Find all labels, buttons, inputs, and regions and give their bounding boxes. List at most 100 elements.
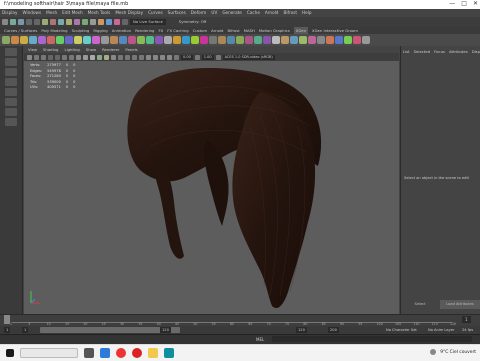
xgen-editor-icon[interactable] xyxy=(2,36,10,44)
menu-windows[interactable]: Windows xyxy=(22,9,41,17)
noise-icon[interactable] xyxy=(83,36,91,44)
maya-icon[interactable] xyxy=(164,348,174,358)
color-management-icon[interactable] xyxy=(215,54,221,60)
menu-bifrost[interactable]: Bifrost xyxy=(283,9,297,17)
menu-mesh-display[interactable]: Mesh Display xyxy=(115,9,143,17)
xray-icon[interactable] xyxy=(153,54,158,60)
film-gate-icon[interactable] xyxy=(62,54,67,60)
viewport-menu-panels[interactable]: Panels xyxy=(125,46,137,53)
rotate-tool-icon[interactable] xyxy=(5,88,17,96)
viewport-menu-lighting[interactable]: Lighting xyxy=(64,46,79,53)
export-icon[interactable] xyxy=(173,36,181,44)
menu-curves[interactable]: Curves xyxy=(148,9,163,17)
guide-icon[interactable] xyxy=(20,36,28,44)
textured-icon[interactable] xyxy=(97,54,102,60)
ambient-occlusion-icon[interactable] xyxy=(118,54,123,60)
gamma-field[interactable]: 1.00 xyxy=(201,54,214,60)
move-tool-icon[interactable] xyxy=(5,78,17,86)
menu-help[interactable]: Help xyxy=(302,9,312,17)
paint-icon[interactable] xyxy=(236,36,244,44)
shelf-tab-poly-modeling[interactable]: Poly Modeling xyxy=(41,27,67,34)
shader-icon[interactable] xyxy=(335,36,343,44)
freeze-icon[interactable] xyxy=(119,36,127,44)
anim-layer-dropdown[interactable]: No Anim Layer xyxy=(426,327,456,333)
menu-display[interactable]: Display xyxy=(2,9,17,17)
tools-icon[interactable] xyxy=(209,36,217,44)
mask-icon[interactable] xyxy=(245,36,253,44)
grid-icon[interactable] xyxy=(55,54,60,60)
ipr-render-icon[interactable] xyxy=(106,19,112,25)
end-frame-field[interactable]: 120 xyxy=(296,327,307,333)
inner-end-field[interactable]: 120 xyxy=(160,327,171,333)
depth-of-field-icon[interactable] xyxy=(139,54,144,60)
import-icon[interactable] xyxy=(182,36,190,44)
open-scene-icon[interactable] xyxy=(10,19,16,25)
wireframe-icon[interactable] xyxy=(76,54,81,60)
wireframe-on-shaded-icon[interactable] xyxy=(90,54,95,60)
comb-icon[interactable] xyxy=(47,36,55,44)
menu-deform[interactable]: Deform xyxy=(191,9,207,17)
chrome-icon[interactable] xyxy=(116,348,126,358)
close-button[interactable]: ✕ xyxy=(473,0,478,9)
shelf-tab-rigging[interactable]: Rigging xyxy=(93,27,107,34)
resolution-gate-icon[interactable] xyxy=(69,54,74,60)
command-input[interactable] xyxy=(272,336,472,342)
fps-dropdown[interactable]: 24 fps xyxy=(460,327,475,333)
inner-start-field[interactable]: 1 xyxy=(22,327,29,333)
character-set-dropdown[interactable]: No Character Set xyxy=(384,327,419,333)
snap-grid-icon[interactable] xyxy=(66,19,72,25)
curve-icon[interactable] xyxy=(281,36,289,44)
explorer-icon[interactable] xyxy=(148,348,158,358)
camera-attributes-icon[interactable] xyxy=(34,54,39,60)
attribute-icon[interactable] xyxy=(308,36,316,44)
shelf-tab-xgen-interactive-groom[interactable]: XGen Interactive Groom xyxy=(312,27,358,34)
grab-icon[interactable] xyxy=(101,36,109,44)
viewport-menu-show[interactable]: Show xyxy=(86,46,96,53)
load-attributes-button[interactable]: Load Attributes xyxy=(440,300,480,309)
camera-icon[interactable] xyxy=(27,54,32,60)
range-slider[interactable] xyxy=(40,327,180,333)
isolate-select-icon[interactable] xyxy=(146,54,151,60)
modifier-icon[interactable] xyxy=(263,36,271,44)
region-icon[interactable] xyxy=(254,36,262,44)
settings-icon[interactable] xyxy=(227,36,235,44)
cache-icon[interactable] xyxy=(191,36,199,44)
shelf-tab-rendering[interactable]: Rendering xyxy=(135,27,154,34)
antialiasing-icon[interactable] xyxy=(132,54,137,60)
current-frame-field[interactable]: 1 xyxy=(462,316,471,323)
scale-tool-icon[interactable] xyxy=(5,98,17,106)
motion-blur-icon[interactable] xyxy=(125,54,130,60)
xray-joints-icon[interactable] xyxy=(160,54,165,60)
minimize-button[interactable]: — xyxy=(449,0,455,9)
cut-icon[interactable] xyxy=(92,36,100,44)
menu-mesh[interactable]: Mesh xyxy=(46,9,57,17)
gamma-icon[interactable] xyxy=(194,54,200,60)
menu-uv[interactable]: UV xyxy=(211,9,217,17)
select-tool-icon[interactable] xyxy=(5,48,17,56)
tab-list[interactable]: List xyxy=(403,48,410,56)
select-button[interactable]: Select xyxy=(400,300,440,309)
tab-display[interactable]: Display xyxy=(472,48,480,56)
shelf-tab-arnold[interactable]: Arnold xyxy=(211,27,223,34)
clump-icon[interactable] xyxy=(74,36,82,44)
exposure-field[interactable]: 0.00 xyxy=(181,54,193,60)
smooth-icon[interactable] xyxy=(110,36,118,44)
snap-point-icon[interactable] xyxy=(82,19,88,25)
batch-render-icon[interactable] xyxy=(353,36,361,44)
primitive-icon[interactable] xyxy=(299,36,307,44)
tab-focus[interactable]: Focus xyxy=(434,48,445,56)
preview-icon[interactable] xyxy=(164,36,172,44)
paint-select-tool-icon[interactable] xyxy=(5,68,17,76)
image-plane-icon[interactable] xyxy=(48,54,53,60)
shelf-tab-custom[interactable]: Custom xyxy=(193,27,208,34)
view-transform-dropdown[interactable]: ACES 1.0 SDR-video (sRGB) xyxy=(222,54,275,60)
symmetry-dropdown[interactable]: Symmetry: Off xyxy=(176,19,210,25)
start-icon[interactable] xyxy=(6,349,14,357)
sculpt-guide-icon[interactable] xyxy=(38,36,46,44)
width-icon[interactable] xyxy=(137,36,145,44)
shelf-tab-xgen[interactable]: XGen xyxy=(293,27,309,34)
select-object-icon[interactable] xyxy=(50,19,56,25)
library-icon[interactable] xyxy=(218,36,226,44)
part-icon[interactable] xyxy=(146,36,154,44)
weather-label[interactable]: 9°C Ciel couvert xyxy=(440,350,476,355)
